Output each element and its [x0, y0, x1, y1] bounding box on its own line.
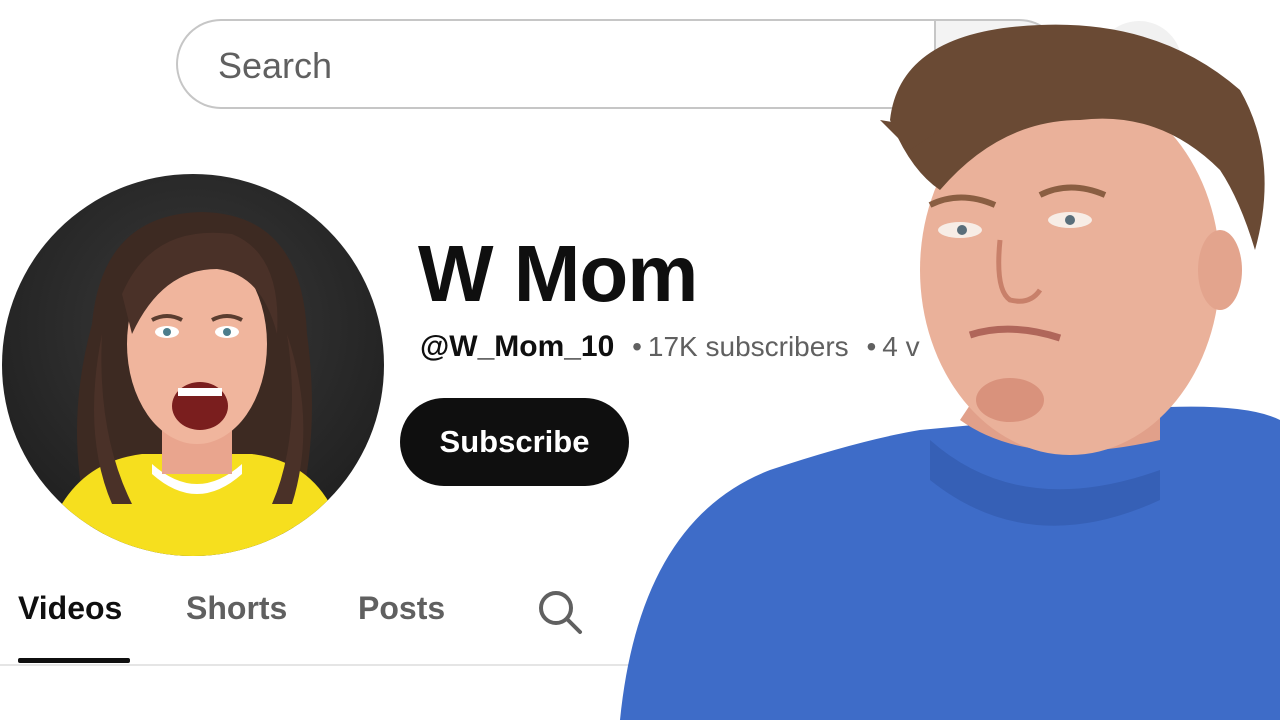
tab-shorts[interactable]: Shorts [186, 590, 287, 627]
search-placeholder: Search [218, 45, 333, 86]
channel-handle[interactable]: @W_Mom_10 [420, 330, 614, 363]
presenter-overlay [600, 0, 1280, 720]
active-tab-indicator [18, 658, 130, 663]
avatar-image [2, 174, 384, 556]
channel-avatar[interactable] [2, 174, 384, 556]
presenter-image [620, 24, 1280, 720]
channel-search-button[interactable] [534, 586, 586, 638]
tab-videos[interactable]: Videos [18, 590, 122, 627]
tab-posts[interactable]: Posts [358, 590, 445, 627]
search-icon [539, 591, 582, 634]
subscribe-button[interactable]: Subscribe [400, 398, 629, 486]
